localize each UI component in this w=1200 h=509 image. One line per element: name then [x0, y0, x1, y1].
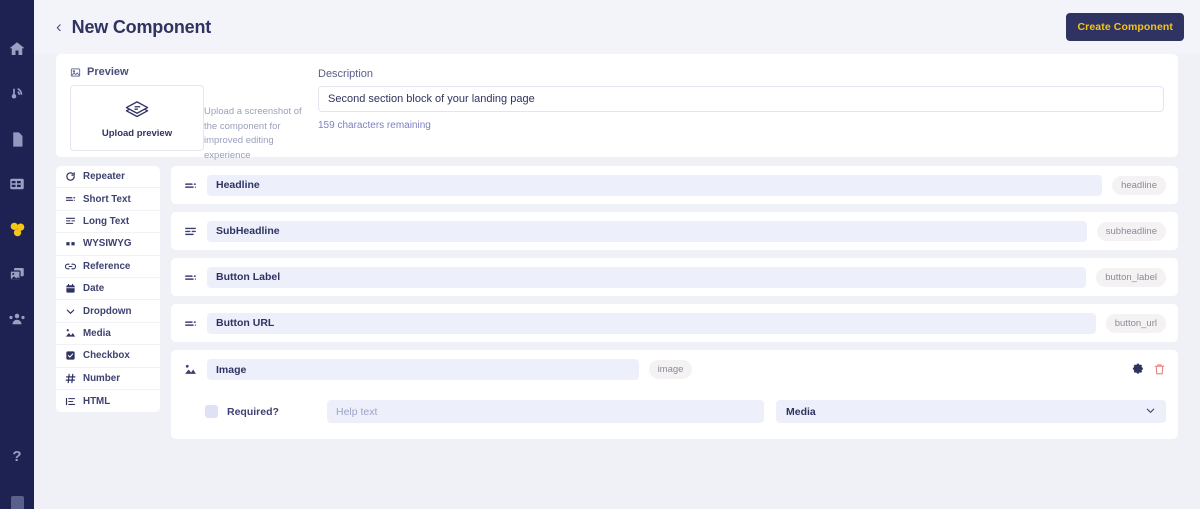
- rail-item-tables[interactable]: [6, 173, 28, 195]
- description-section: Description 159 characters remaining: [310, 66, 1164, 143]
- field-name-input[interactable]: [207, 220, 1087, 242]
- description-label: Description: [318, 68, 374, 80]
- rail-item-home[interactable]: [6, 38, 28, 60]
- field-row-button-label: button_label: [171, 258, 1178, 296]
- rail-item-broadcast[interactable]: [6, 83, 28, 105]
- main-area: ‹ New Component Create Component Preview: [34, 0, 1200, 509]
- field-row-subheadline: subheadline: [171, 212, 1178, 250]
- field-slug-badge: button_label: [1096, 267, 1166, 287]
- calendar-icon: [65, 283, 76, 294]
- field-name-input[interactable]: [207, 312, 1096, 334]
- field-type-checkbox[interactable]: Checkbox: [56, 345, 160, 368]
- field-type-label: Reference: [83, 260, 131, 272]
- required-label: Required?: [227, 405, 279, 418]
- field-name-input[interactable]: [207, 266, 1087, 288]
- trash-icon[interactable]: [1153, 363, 1166, 376]
- short-text-icon[interactable]: [183, 179, 197, 192]
- short-text-icon[interactable]: [183, 317, 197, 330]
- field-type-label: HTML: [83, 395, 111, 407]
- field-slug-badge: button_url: [1105, 313, 1166, 333]
- field-slug-badge: image: [648, 360, 693, 379]
- rail-item-media-library[interactable]: [6, 263, 28, 285]
- top-bar: ‹ New Component Create Component: [34, 0, 1200, 54]
- field-type-html[interactable]: HTML: [56, 390, 160, 412]
- field-type-label: Long Text: [83, 215, 130, 227]
- chevron-down-icon: [65, 306, 76, 317]
- field-slug-badge: headline: [1112, 175, 1166, 195]
- field-type-number[interactable]: Number: [56, 368, 160, 390]
- field-type-label: Checkbox: [83, 350, 130, 362]
- field-type-short-text[interactable]: Short Text: [56, 188, 160, 211]
- image-icon: [70, 67, 81, 78]
- fields-list: headline subheadline button_labe: [171, 166, 1178, 439]
- component-meta-card: Preview Upload preview Upload a screensh…: [56, 54, 1178, 161]
- field-types-panel: Repeater Short Text Long Text WYSIWYG Re: [56, 166, 160, 413]
- field-kind-value: Media: [786, 405, 816, 418]
- field-type-dropdown[interactable]: Dropdown: [56, 300, 160, 323]
- left-rail: ?: [0, 0, 34, 509]
- long-text-icon: [65, 216, 76, 227]
- field-type-label: Short Text: [83, 193, 131, 205]
- gear-icon[interactable]: [1132, 363, 1145, 376]
- field-type-label: Dropdown: [83, 305, 132, 317]
- link-icon: [65, 261, 76, 272]
- field-type-label: Date: [83, 283, 105, 295]
- field-type-repeater[interactable]: Repeater: [56, 166, 160, 189]
- field-type-date[interactable]: Date: [56, 278, 160, 301]
- rail-item-documents[interactable]: [6, 128, 28, 150]
- help-icon[interactable]: ?: [0, 448, 34, 465]
- preview-header: Preview: [70, 66, 310, 78]
- field-type-label: Repeater: [83, 171, 125, 183]
- preview-section: Preview Upload preview Upload a screensh…: [70, 66, 310, 161]
- field-type-wysiwyg[interactable]: WYSIWYG: [56, 233, 160, 256]
- field-type-label: Media: [83, 327, 111, 339]
- rail-item-components[interactable]: [6, 218, 28, 240]
- field-type-long-text[interactable]: Long Text: [56, 211, 160, 234]
- required-toggle-group: Required?: [205, 405, 315, 418]
- page-title: New Component: [71, 16, 212, 37]
- field-row-button-url: button_url: [171, 304, 1178, 342]
- preview-label: Preview: [87, 66, 129, 78]
- field-row-image: image: [171, 350, 1178, 439]
- field-name-input[interactable]: [207, 174, 1103, 196]
- media-icon[interactable]: [183, 363, 197, 376]
- media-icon: [65, 328, 76, 339]
- field-type-label: Number: [83, 372, 121, 384]
- field-type-media[interactable]: Media: [56, 323, 160, 346]
- quote-icon: [65, 238, 76, 249]
- long-text-icon[interactable]: [183, 225, 197, 238]
- upload-hint-text: Upload a screenshot of the component for…: [204, 106, 302, 162]
- description-input[interactable]: [318, 86, 1164, 112]
- rail-collapse-handle[interactable]: [11, 496, 24, 509]
- repeat-icon: [65, 171, 76, 182]
- upload-preview-label: Upload preview: [101, 128, 173, 139]
- field-slug-badge: subheadline: [1096, 221, 1166, 241]
- hash-icon: [65, 373, 76, 384]
- field-kind-select[interactable]: Media: [776, 400, 1166, 423]
- field-type-reference[interactable]: Reference: [56, 256, 160, 278]
- help-text-input[interactable]: [327, 400, 764, 423]
- checkbox-icon: [65, 350, 76, 361]
- short-text-icon: [65, 194, 76, 205]
- upload-preview-dropzone[interactable]: Upload preview: [70, 85, 204, 151]
- field-row-headline: headline: [171, 166, 1178, 204]
- list-icon: [65, 396, 76, 407]
- chevron-left-icon[interactable]: ‹: [56, 18, 62, 35]
- rail-item-team[interactable]: [6, 308, 28, 330]
- chevron-down-icon: [1145, 405, 1156, 419]
- short-text-icon[interactable]: [183, 271, 197, 284]
- stack-icon: [124, 97, 150, 123]
- required-checkbox[interactable]: [205, 405, 218, 418]
- create-component-button[interactable]: Create Component: [1066, 13, 1184, 41]
- field-type-label: WYSIWYG: [83, 238, 132, 250]
- field-name-input[interactable]: [207, 359, 639, 380]
- characters-remaining: 159 characters remaining: [318, 120, 431, 131]
